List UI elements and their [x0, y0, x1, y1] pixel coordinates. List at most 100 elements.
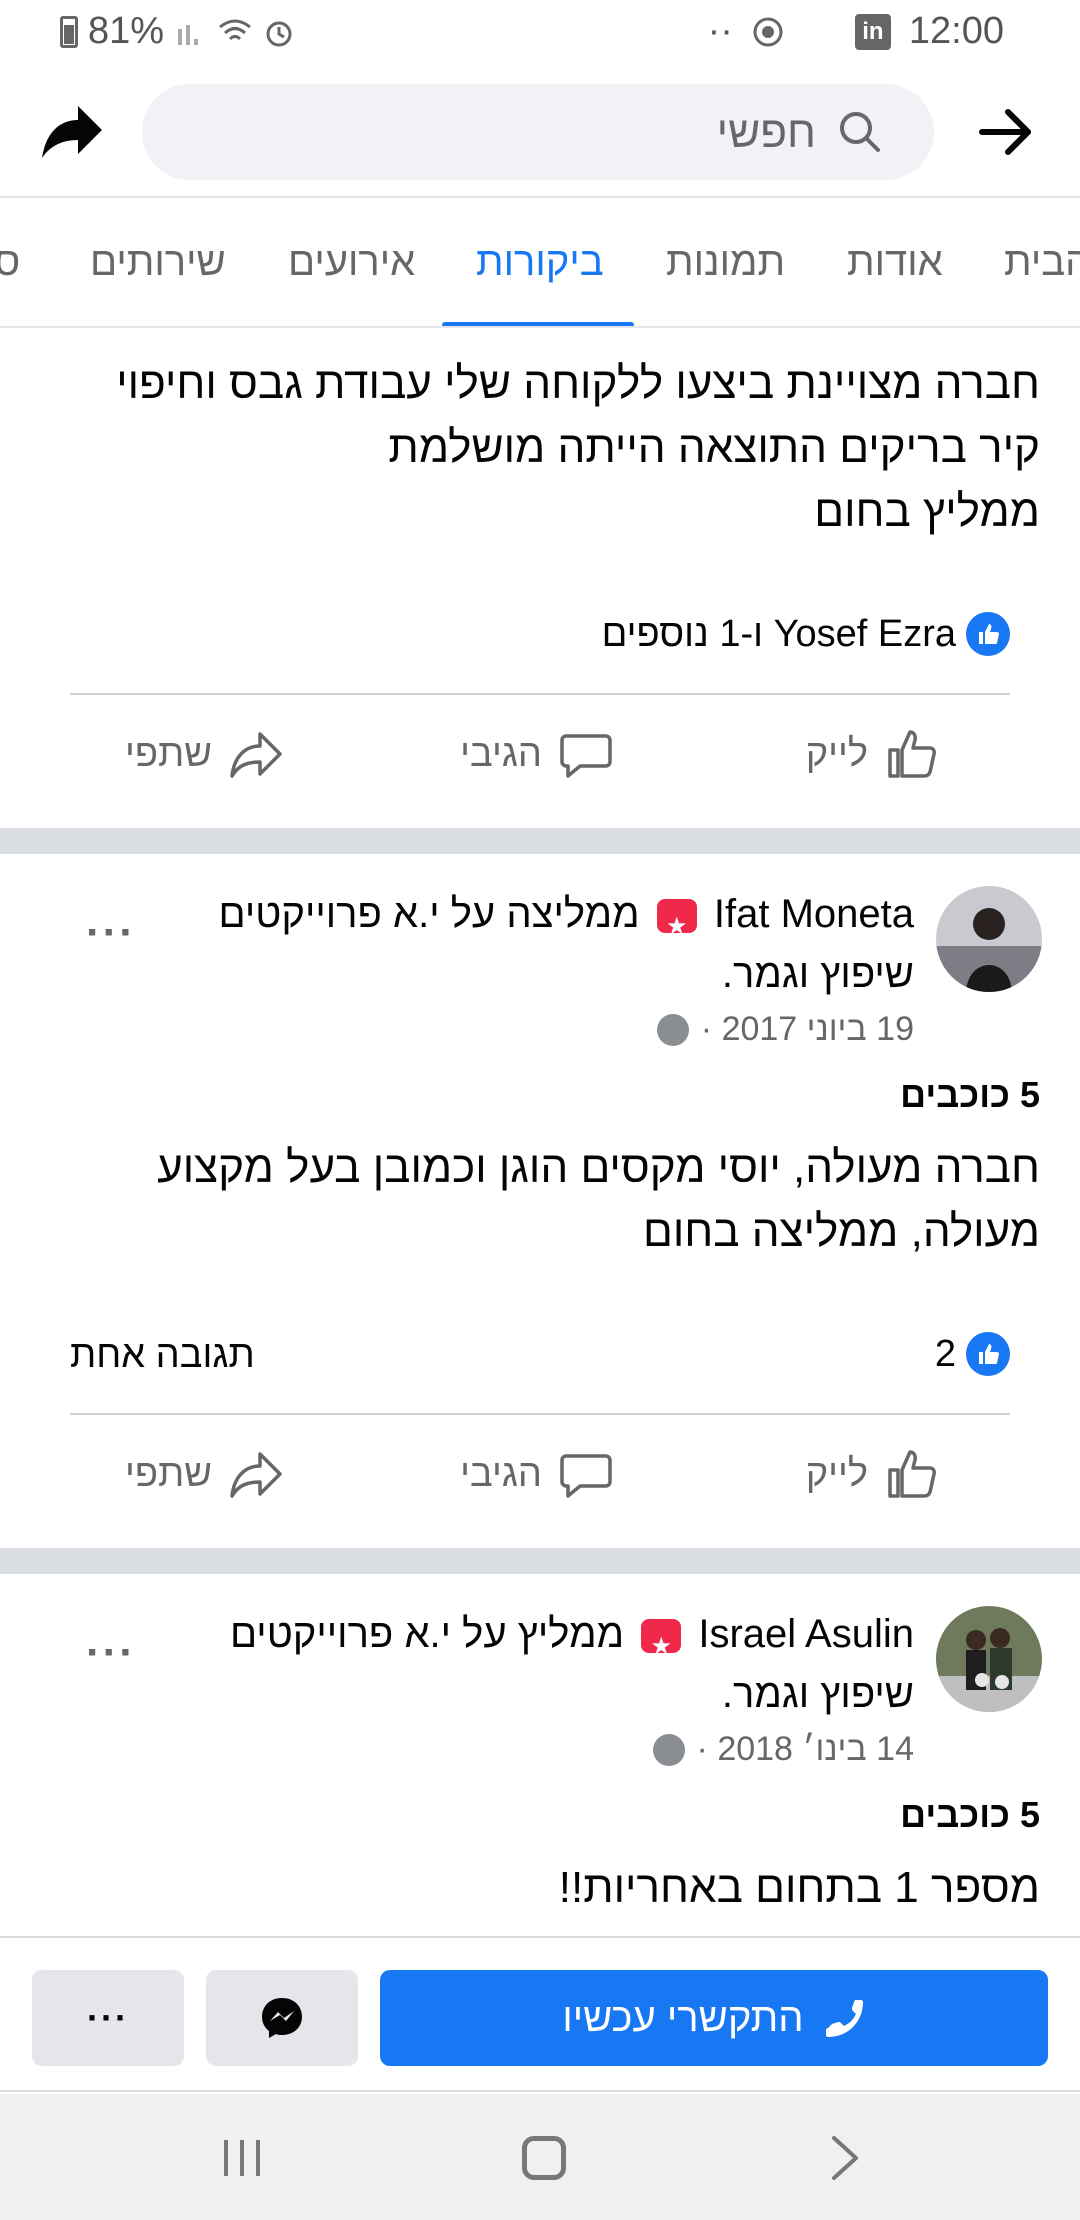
divider	[70, 1413, 1010, 1415]
review-date: 14 בינו׳ 2018 ·	[652, 1730, 914, 1769]
reaction-summary[interactable]: Yosef Ezra ו-1 נוספים	[602, 612, 1010, 656]
share-button[interactable]: שתפי	[125, 1446, 284, 1502]
recommends-text[interactable]: ממליץ על י.א פרוייקטים	[230, 1612, 624, 1656]
search-input[interactable]: חפשי	[142, 84, 934, 180]
nav-back-icon[interactable]	[830, 2134, 860, 2182]
call-now-label: התקשרי עכשיו	[562, 1995, 804, 2040]
home-icon[interactable]	[522, 2136, 566, 2180]
post-actions: לייק הגיבי שתפי	[0, 706, 1080, 806]
tab-more[interactable]: ס	[0, 240, 20, 285]
system-nav-bar	[0, 2094, 1080, 2220]
more-options-button[interactable]: ···	[86, 1628, 136, 1678]
globe-icon	[656, 1013, 689, 1046]
globe-icon	[652, 1733, 685, 1766]
review-text-line: מעולה, ממליצה בחום	[642, 1207, 1040, 1256]
share-label: שתפי	[124, 732, 212, 775]
recent-apps-icon[interactable]	[222, 2138, 262, 2178]
messenger-button[interactable]	[206, 1970, 358, 2066]
tab-about[interactable]: אודות	[847, 240, 943, 285]
thumbs-up-icon	[888, 730, 936, 778]
like-label: לייק	[805, 732, 868, 775]
status-dots: ··	[707, 10, 733, 52]
page-tabs: הבית אודות תמונות ביקורות אירועים שירותי…	[0, 198, 1080, 328]
review-author-line: Israel Asulin ממליץ על י.א פרוייקטים שיפ…	[214, 1604, 914, 1724]
tab-home[interactable]: הבית	[1004, 240, 1080, 285]
tab-photos[interactable]: תמונות	[666, 240, 785, 285]
share-arrow-icon	[230, 732, 282, 778]
call-now-button[interactable]: התקשרי עכשיו	[380, 1970, 1048, 2066]
review-text-line: חברה מעולה, יוסי מקסים הוגן וכמובן בעל מ…	[157, 1143, 1040, 1192]
comment-button[interactable]: הגיבי	[460, 726, 614, 782]
search-placeholder: חפשי	[716, 108, 816, 157]
recommend-icon	[656, 897, 697, 957]
linkedin-icon: in	[854, 13, 891, 50]
date-text[interactable]: 14 בינו׳ 2018 ·	[697, 1730, 914, 1769]
like-button[interactable]: לייק	[806, 1446, 940, 1502]
comment-icon	[560, 734, 612, 778]
review-text-line: קיר בריקים התוצאה הייתה מושלמת	[388, 423, 1040, 472]
comment-button[interactable]: הגיבי	[460, 1446, 614, 1502]
record-icon	[753, 17, 783, 46]
review-text-line: מספר 1 בתחום באחריות!!	[558, 1863, 1040, 1912]
active-tab-indicator	[442, 322, 634, 326]
comments-count[interactable]: תגובה אחת	[70, 1334, 255, 1377]
share-icon[interactable]	[36, 96, 106, 166]
avatar[interactable]	[936, 1606, 1042, 1712]
review-text: חברה מצויינת ביצעו ללקוחה שלי עבודת גבס …	[40, 352, 1040, 544]
rating-stars: 5 כוכבים	[900, 1074, 1040, 1115]
avatar[interactable]	[936, 886, 1042, 992]
post-separator	[0, 828, 1080, 854]
post-separator	[0, 1548, 1080, 1574]
review-text-line: חברה מצויינת ביצעו ללקוחה שלי עבודת גבס …	[116, 359, 1040, 408]
comment-label: הגיבי	[460, 732, 542, 775]
battery-icon	[60, 15, 78, 48]
page-header: חפשי	[0, 64, 1080, 198]
comment-label: הגיבי	[460, 1452, 542, 1495]
status-bar: 81% ·· in 12:00	[0, 0, 1080, 64]
status-left: 81%	[60, 10, 296, 53]
reaction-names: Yosef Ezra ו-1 נוספים	[601, 612, 956, 655]
more-options-button[interactable]: ···	[86, 908, 136, 958]
signal-icon	[178, 24, 199, 45]
date-text[interactable]: 19 ביוני 2017 ·	[701, 1010, 914, 1049]
status-right: ·· in 12:00	[708, 10, 1004, 53]
tab-events[interactable]: אירועים	[288, 240, 415, 285]
review-text-line: ממליץ בחום	[814, 487, 1040, 536]
share-arrow-icon	[230, 1452, 282, 1498]
tab-services[interactable]: שירותים	[90, 240, 226, 285]
back-arrow-icon[interactable]	[978, 104, 1034, 160]
like-count: 2	[934, 1332, 956, 1375]
like-button[interactable]: לייק	[806, 726, 940, 782]
avatar-photo	[936, 1606, 1042, 1712]
recommends-text-line2[interactable]: שיפוץ וגמר.	[214, 944, 914, 1004]
search-icon	[840, 112, 880, 152]
phone-icon	[825, 2000, 863, 2037]
tab-reviews[interactable]: ביקורות	[476, 240, 604, 285]
review-text: מספר 1 בתחום באחריות!!	[40, 1856, 1040, 1920]
post-actions: לייק הגיבי שתפי	[0, 1426, 1080, 1526]
review-date: 19 ביוני 2017 ·	[656, 1010, 914, 1049]
review-text: חברה מעולה, יוסי מקסים הוגן וכמובן בעל מ…	[40, 1136, 1040, 1264]
like-reaction-icon	[966, 612, 1010, 656]
reaction-summary[interactable]: 2	[935, 1332, 1010, 1376]
avatar-photo	[936, 886, 1042, 992]
like-reaction-icon	[966, 1332, 1010, 1376]
author-name[interactable]: Ifat Moneta	[714, 892, 914, 936]
messenger-icon	[262, 1998, 302, 2038]
share-button[interactable]: שתפי	[125, 726, 284, 782]
thumbs-up-icon	[888, 1450, 936, 1498]
rating-stars: 5 כוכבים	[900, 1794, 1040, 1835]
alarm-icon	[266, 21, 292, 46]
page-action-bar: התקשרי עכשיו ···	[0, 1936, 1080, 2092]
author-name[interactable]: Israel Asulin	[698, 1612, 914, 1656]
recommends-text-line2[interactable]: שיפוץ וגמר.	[214, 1664, 914, 1724]
comment-icon	[560, 1454, 612, 1498]
blank-icon	[803, 15, 837, 49]
wifi-icon	[219, 19, 251, 40]
more-actions-button[interactable]: ···	[32, 1970, 184, 2066]
clock: 12:00	[908, 10, 1004, 52]
recommends-text[interactable]: ממליצה על י.א פרוייקטים	[219, 892, 640, 936]
battery-percent: 81%	[88, 10, 165, 52]
recommend-icon	[641, 1617, 682, 1677]
like-label: לייק	[805, 1452, 868, 1495]
